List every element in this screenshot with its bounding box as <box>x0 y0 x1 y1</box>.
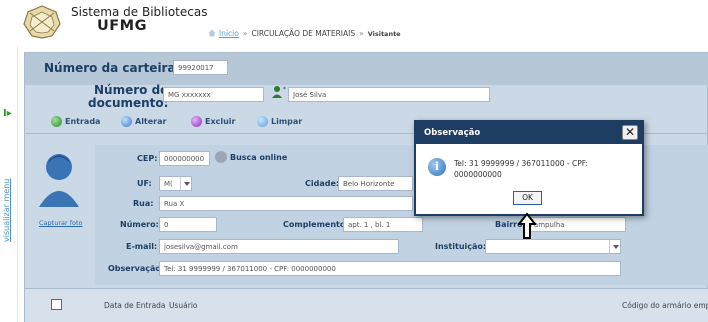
breadcrumb-home-link[interactable]: Início <box>219 29 239 38</box>
entrada-label: Entrada <box>65 117 101 126</box>
dialog-message: Tel: 31 9999999 / 367011000 - CPF: 00000… <box>454 159 588 179</box>
document-number-input[interactable]: MG xxxxxxx <box>163 87 264 102</box>
up-arrow-icon <box>518 213 536 239</box>
instituicao-label: Instituição: <box>435 242 487 251</box>
excluir-button[interactable]: Excluir <box>191 116 236 127</box>
column-header[interactable]: Código do armário empre <box>622 301 708 310</box>
card-number-input[interactable]: 99920017 <box>173 60 228 75</box>
breadcrumb-separator: » <box>359 29 364 38</box>
org-name: UFMG <box>97 18 148 34</box>
instituicao-select[interactable] <box>485 239 621 254</box>
observacao-label: Observação <box>108 264 161 273</box>
entries-table-header: Data de Entrada Usuário Código do armári… <box>25 288 708 322</box>
cidade-label: Cidade: <box>305 179 340 188</box>
search-icon <box>215 151 227 163</box>
cep-label: CEP: <box>137 154 158 163</box>
page-header: Sistema de Bibliotecas UFMG Início» CIRCU… <box>0 0 708 46</box>
card-number-label: Número da carteira: <box>44 61 181 75</box>
chevron-down-icon <box>180 177 191 190</box>
email-label: E-mail: <box>126 242 158 251</box>
expand-menu-icon[interactable]: I▸ <box>3 108 12 119</box>
ok-button[interactable]: OK <box>513 191 542 205</box>
complemento-input[interactable]: apt. 1 , bl. 1 <box>343 217 423 232</box>
rua-label: Rua: <box>133 199 154 208</box>
edit-icon <box>121 116 132 127</box>
limpar-label: Limpar <box>271 117 303 126</box>
email-input[interactable]: josesilva@gmail.com <box>159 239 399 254</box>
chevron-down-icon <box>609 240 620 253</box>
select-all-checkbox[interactable] <box>51 299 62 310</box>
home-icon <box>208 29 216 37</box>
alterar-label: Alterar <box>135 117 167 126</box>
breadcrumb-section: CIRCULAÇÃO DE MATERIAIS <box>251 29 356 38</box>
document-number-label-line2: documento: <box>88 96 169 110</box>
capture-photo-link[interactable]: Capturar foto <box>39 219 83 227</box>
entry-icon <box>51 116 62 127</box>
info-icon: i <box>428 158 446 176</box>
uf-value: M( <box>164 180 173 188</box>
entrada-button[interactable]: Entrada <box>51 116 100 127</box>
cep-search-button[interactable]: Busca online <box>215 151 287 163</box>
document-number-label-line1: Número do <box>94 83 169 97</box>
show-menu-toggle[interactable]: visualizar menu <box>2 179 11 242</box>
alterar-button[interactable]: Alterar <box>121 116 166 127</box>
uf-label: UF: <box>137 179 152 188</box>
column-header[interactable]: Usuário <box>169 301 198 310</box>
breadcrumb-current: Visitante <box>367 30 401 38</box>
system-name: Sistema de Bibliotecas <box>71 5 208 19</box>
cep-search-label: Busca online <box>230 152 288 162</box>
visitor-name-input[interactable]: José Silva <box>288 87 490 102</box>
cidade-input[interactable]: Belo Horizonte <box>338 176 413 191</box>
rua-input[interactable]: Rua X <box>159 196 413 211</box>
bairro-input[interactable]: Pampulha <box>525 217 626 232</box>
left-rail: I▸ visualizar menu <box>0 46 18 322</box>
observacao-input[interactable]: Tel: 31 9999999 / 367011000 - CPF: 00000… <box>159 261 621 276</box>
dialog-title: Observação <box>416 122 642 144</box>
clear-icon <box>257 116 268 127</box>
numero-input[interactable]: 0 <box>159 217 217 232</box>
delete-icon <box>191 116 202 127</box>
user-search-icon[interactable]: * <box>271 85 288 99</box>
breadcrumb: Início» CIRCULAÇÃO DE MATERIAIS» Visitante <box>208 29 401 38</box>
numero-label: Número: <box>120 220 159 229</box>
uf-select[interactable]: M( <box>159 176 192 191</box>
user-avatar <box>35 145 83 215</box>
limpar-button[interactable]: Limpar <box>257 116 302 127</box>
cep-input[interactable]: 000000000 <box>159 151 210 166</box>
observation-dialog: Observação ✕ i Tel: 31 9999999 / 3670110… <box>414 120 644 216</box>
excluir-label: Excluir <box>205 117 236 126</box>
column-header[interactable]: Data de Entrada <box>104 301 166 310</box>
complemento-label: Complemento: <box>283 220 349 229</box>
breadcrumb-separator: » <box>242 29 248 38</box>
close-icon[interactable]: ✕ <box>622 125 638 140</box>
svg-text:*: * <box>283 86 286 93</box>
ufmg-logo <box>23 5 61 39</box>
